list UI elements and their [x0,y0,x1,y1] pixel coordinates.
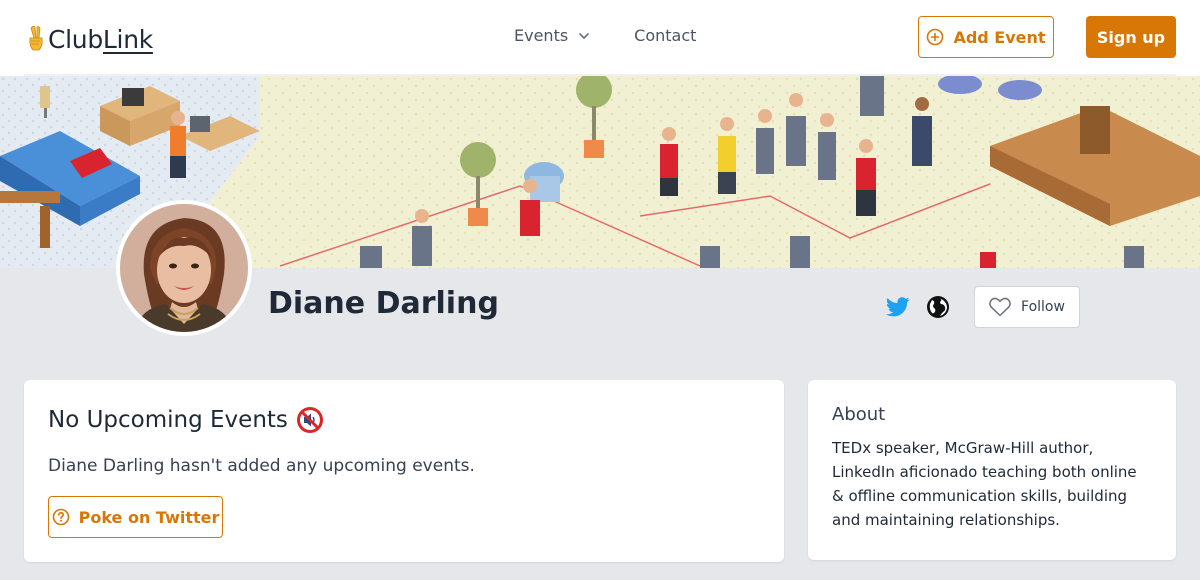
nav-contact-label: Contact [634,26,697,45]
poke-on-twitter-label: Poke on Twitter [78,507,220,527]
sign-up-button[interactable]: Sign up [1086,16,1176,58]
heart-icon [989,297,1011,317]
nav-events-label: Events [514,26,569,45]
about-heading: About [832,404,886,425]
globe-icon[interactable] [926,295,950,319]
follow-label: Follow [1021,299,1065,315]
main-nav: Events Contact [514,26,696,45]
add-event-button[interactable]: Add Event [918,16,1054,58]
plus-circle-icon [927,28,944,46]
follow-button[interactable]: Follow [974,286,1080,328]
logo-text-link: Link [102,24,153,54]
avatar-portrait [120,204,248,332]
twitter-icon[interactable] [886,296,910,318]
about-bio-text: TEDx speaker, McGraw-Hill author, Linked… [832,439,1137,529]
poke-on-twitter-button[interactable]: Poke on Twitter [48,496,223,538]
nav-contact-link[interactable]: Contact [634,26,696,45]
profile-avatar [116,200,252,336]
profile-name: Diane Darling [268,286,499,321]
avatar-photo [120,204,248,332]
events-empty-message: Diane Darling hasn't added any upcoming … [48,456,475,476]
logo-text-club: Club [48,24,103,54]
question-circle-icon [52,508,69,526]
events-heading-text: No Upcoming Events [48,407,288,433]
clublink-logo[interactable]: ClubLink [26,22,153,56]
about-card: About TEDx speaker, McGraw-Hill author, … [808,380,1176,560]
events-heading: No Upcoming Events [48,406,324,434]
sign-up-label: Sign up [1096,27,1166,47]
chevron-down-icon [579,32,589,39]
muted-speaker-icon [296,407,323,433]
nav-events-dropdown[interactable]: Events [514,26,590,45]
add-event-label: Add Event [953,27,1046,47]
top-header: ClubLink Events Contact Add Event Sign u… [0,0,1200,76]
victory-hand-icon [29,26,43,51]
upcoming-events-card: No Upcoming Events Diane Darling hasn't … [24,380,784,562]
